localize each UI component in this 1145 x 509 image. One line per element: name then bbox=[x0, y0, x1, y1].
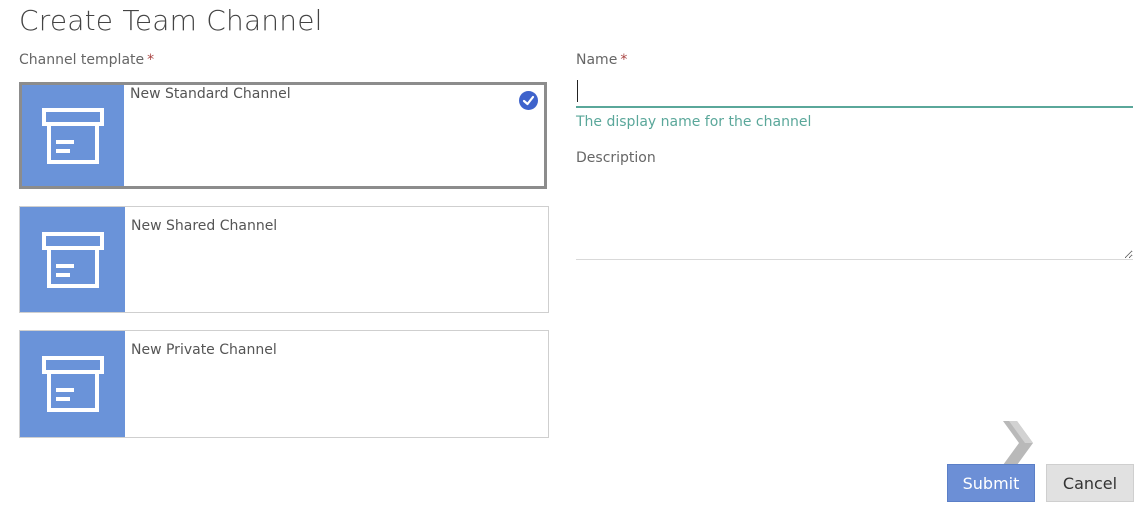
template-card-label: New Standard Channel bbox=[130, 86, 291, 102]
template-card-standard[interactable]: New Standard Channel bbox=[19, 82, 547, 189]
channel-template-label-text: Channel template bbox=[19, 52, 145, 68]
archive-box-icon bbox=[41, 356, 104, 412]
chevron-logo-icon bbox=[1003, 421, 1033, 465]
name-help-text: The display name for the channel bbox=[576, 114, 812, 130]
channel-template-label: Channel template * bbox=[19, 52, 154, 68]
name-input[interactable] bbox=[576, 76, 1133, 108]
description-textarea[interactable] bbox=[576, 178, 1133, 260]
template-card-label: New Shared Channel bbox=[131, 218, 278, 234]
archive-box-icon bbox=[41, 231, 104, 288]
name-label: Name * bbox=[576, 52, 627, 68]
template-thumbnail bbox=[20, 331, 125, 437]
page-title: Create Team Channel bbox=[19, 4, 323, 37]
selected-check-icon bbox=[519, 91, 538, 110]
archive-box-icon bbox=[42, 107, 104, 164]
required-marker: * bbox=[620, 52, 628, 68]
template-thumbnail bbox=[20, 207, 125, 312]
text-cursor bbox=[577, 80, 578, 102]
name-label-text: Name bbox=[576, 52, 618, 68]
description-label: Description bbox=[576, 150, 656, 166]
template-thumbnail bbox=[22, 85, 124, 186]
submit-button[interactable]: Submit bbox=[947, 464, 1035, 502]
create-team-channel-dialog: Create Team Channel Channel template * Ne… bbox=[0, 0, 1145, 509]
template-card-shared[interactable]: New Shared Channel bbox=[19, 206, 549, 313]
template-card-private[interactable]: New Private Channel bbox=[19, 330, 549, 438]
required-marker: * bbox=[147, 52, 155, 68]
template-card-label: New Private Channel bbox=[131, 342, 277, 358]
cancel-button[interactable]: Cancel bbox=[1046, 464, 1134, 502]
